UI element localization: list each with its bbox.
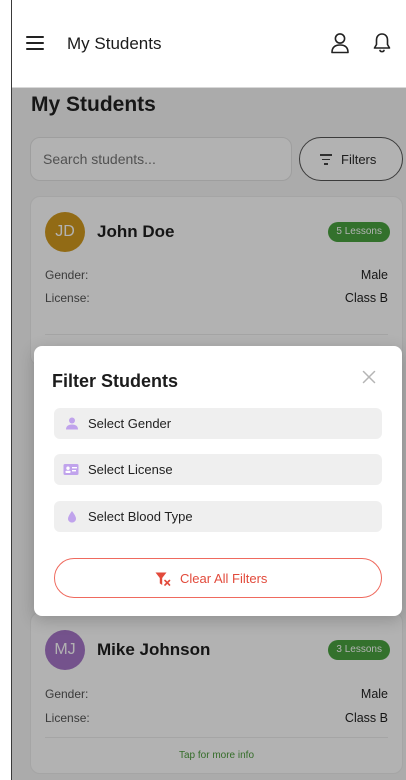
app-bar-title: My Students	[67, 34, 162, 53]
filter-clear-icon	[155, 572, 171, 586]
app-screen: My Students My Students Filters JD John …	[12, 0, 406, 780]
blood-drop-icon	[68, 511, 76, 523]
id-card-icon	[63, 464, 79, 475]
blood-type-select-label: Select Blood Type	[88, 509, 193, 524]
user-icon[interactable]	[330, 32, 350, 54]
blood-type-select[interactable]: Select Blood Type	[54, 501, 382, 532]
window-edge	[0, 0, 12, 780]
close-icon[interactable]	[362, 370, 376, 384]
clear-filters-label: Clear All Filters	[180, 571, 268, 586]
gender-select[interactable]: Select Gender	[54, 408, 382, 439]
person-icon	[66, 417, 78, 430]
gender-select-label: Select Gender	[88, 416, 172, 431]
license-select[interactable]: Select License	[54, 454, 382, 485]
top-app-bar: My Students	[12, 0, 406, 88]
menu-icon[interactable]	[26, 36, 44, 50]
clear-filters-button[interactable]: Clear All Filters	[54, 558, 382, 598]
filter-modal: Filter Students Select Gender Select Lic…	[34, 346, 402, 616]
modal-title: Filter Students	[52, 371, 179, 391]
license-select-label: Select License	[88, 462, 173, 477]
bell-icon[interactable]	[372, 32, 392, 54]
